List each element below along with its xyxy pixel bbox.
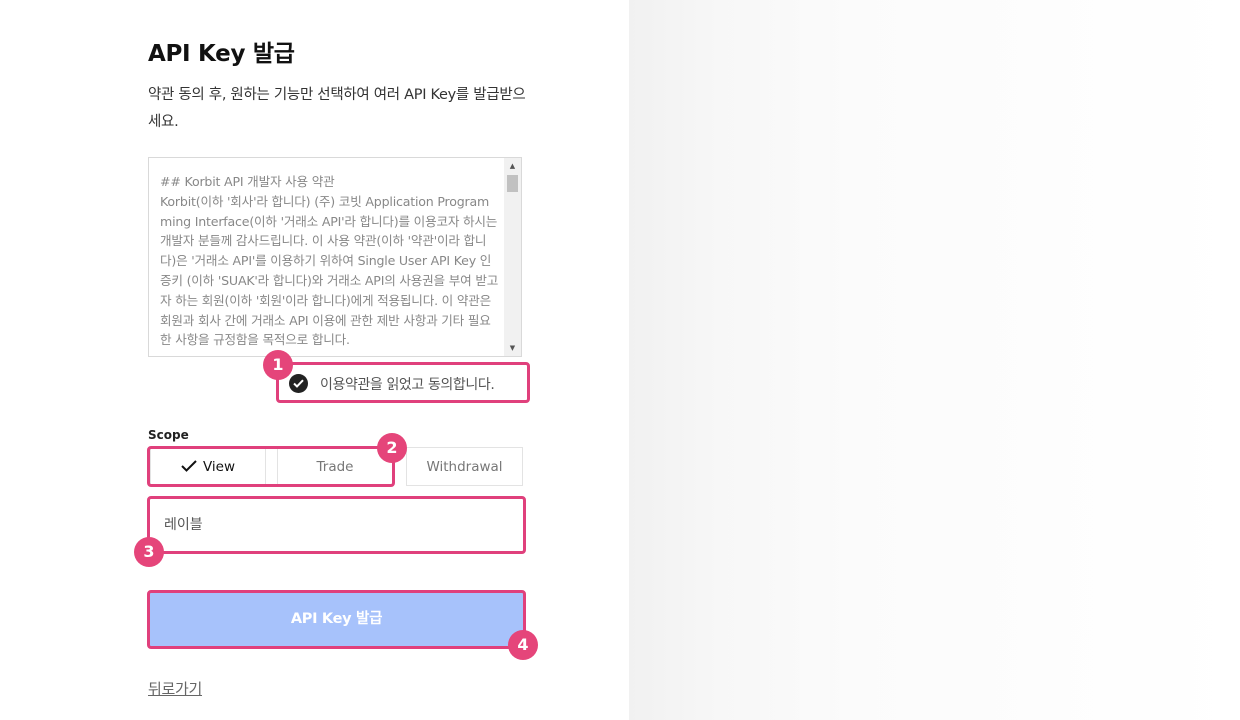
issue-api-key-button[interactable]: API Key 발급: [147, 590, 526, 649]
page-title: API Key 발급: [148, 41, 295, 67]
scope-view-button[interactable]: View: [150, 447, 266, 486]
scroll-up-arrow-icon[interactable]: ▲: [504, 159, 521, 173]
annotation-badge-2: 2: [377, 433, 407, 463]
annotation-badge-1: 1: [263, 350, 293, 380]
scope-trade-label: Trade: [316, 459, 354, 475]
page-description: 약관 동의 후, 원하는 기능만 선택하여 여러 API Key를 발급받으세요…: [148, 87, 526, 130]
scope-withdrawal-button[interactable]: Withdrawal: [406, 447, 523, 486]
checkmark-icon: [181, 459, 197, 472]
terms-text: ## Korbit API 개발자 사용 약관 Korbit(이하 '회사'라 …: [160, 174, 499, 348]
annotation-badge-4: 4: [508, 630, 538, 660]
back-link[interactable]: 뒤로가기: [148, 678, 202, 699]
scope-trade-button[interactable]: Trade: [277, 447, 393, 486]
label-input[interactable]: [147, 496, 526, 554]
terms-textarea[interactable]: ## Korbit API 개발자 사용 약관 Korbit(이하 '회사'라 …: [148, 157, 522, 357]
check-circle-icon[interactable]: [289, 374, 308, 393]
scope-view-label: View: [202, 459, 236, 475]
right-panel-background: [629, 0, 1240, 720]
scope-withdrawal-label: Withdrawal: [426, 459, 503, 475]
terms-agree-label[interactable]: 이용약관을 읽었고 동의합니다.: [320, 374, 495, 394]
scroll-down-arrow-icon[interactable]: ▼: [504, 341, 521, 355]
terms-scrollbar[interactable]: ▲ ▼: [504, 158, 521, 356]
scroll-thumb[interactable]: [507, 175, 518, 192]
terms-agree-checkbox[interactable]: 이용약관을 읽었고 동의합니다.: [276, 362, 530, 403]
annotation-badge-3: 3: [134, 537, 164, 567]
scope-label: Scope: [148, 428, 189, 442]
